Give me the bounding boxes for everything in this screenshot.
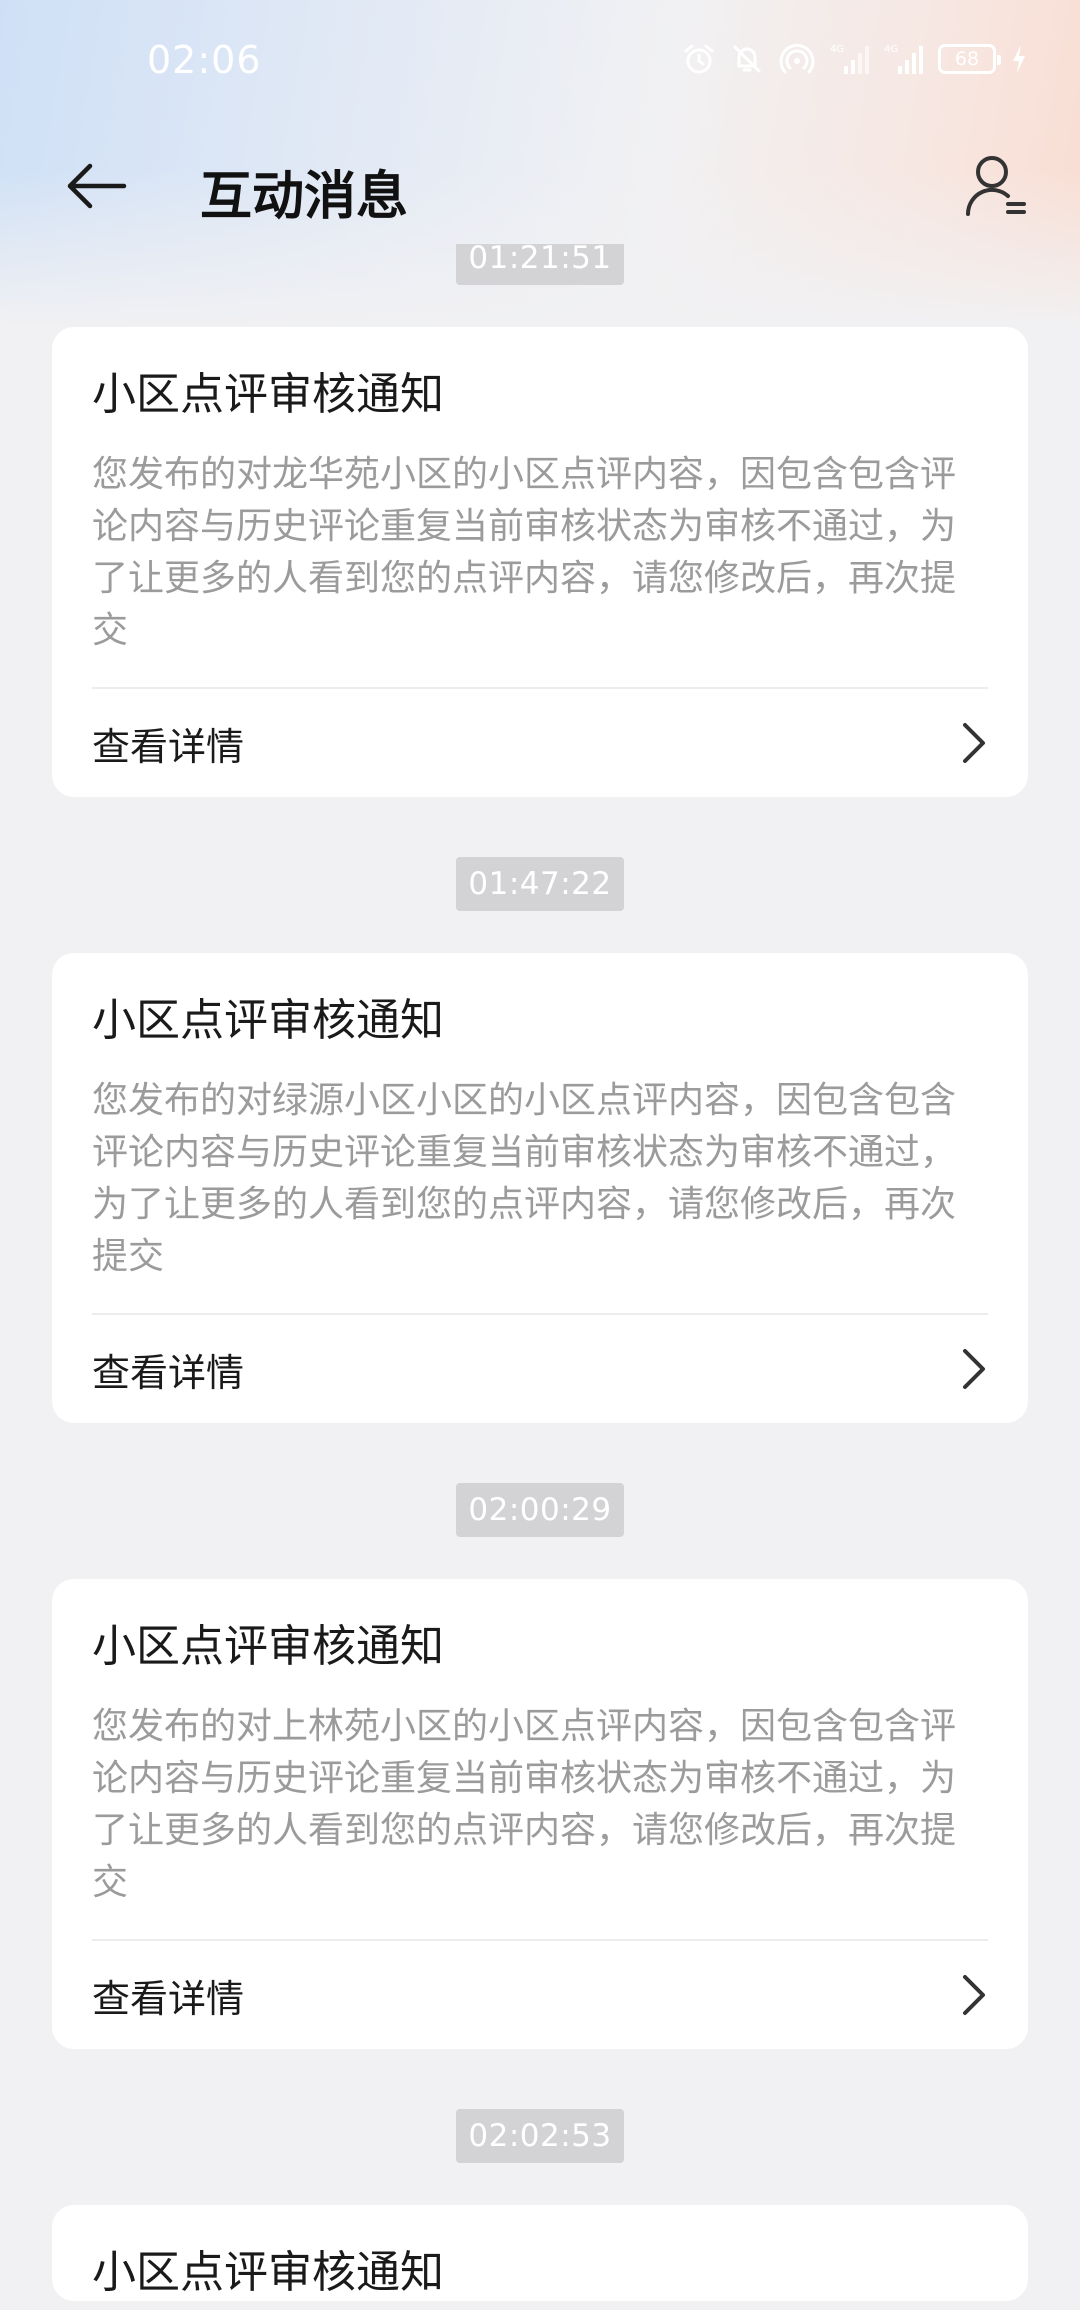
- message-card: 小区点评审核通知 您发布的对绿源小区小区的小区点评内容，因包含包含评论内容与历史…: [52, 953, 1028, 1423]
- svg-text:4G: 4G: [830, 44, 844, 55]
- alarm-icon: [682, 42, 716, 76]
- message-group: 01:47:22 小区点评审核通知 您发布的对绿源小区小区的小区点评内容，因包含…: [0, 857, 1080, 1423]
- message-timestamp: 01:21:51: [456, 244, 624, 285]
- page-title: 互动消息: [200, 167, 409, 227]
- message-title: 小区点评审核通知: [92, 995, 444, 1046]
- profile-button[interactable]: [954, 146, 1038, 230]
- message-feed[interactable]: 01:21:51 小区点评审核通知 您发布的对龙华苑小区的小区点评内容，因包含包…: [0, 244, 1080, 2310]
- status-bar: 02:06 4G 4G 68: [0, 0, 1080, 126]
- message-timestamp: 02:02:53: [456, 2109, 624, 2163]
- mute-icon: [730, 42, 764, 76]
- view-details-label: 查看详情: [92, 1350, 245, 1395]
- chevron-right-icon: [960, 1973, 988, 2017]
- message-card: 小区点评审核通知: [52, 2205, 1028, 2301]
- message-group: 02:00:29 小区点评审核通知 您发布的对上林苑小区的小区点评内容，因包含包…: [0, 1483, 1080, 2049]
- svg-text:4G: 4G: [884, 44, 898, 55]
- view-details-label: 查看详情: [92, 724, 245, 769]
- message-timestamp: 01:47:22: [456, 857, 624, 911]
- view-details-button[interactable]: 查看详情: [92, 689, 988, 797]
- battery-indicator: 68: [938, 44, 1001, 74]
- message-group: 01:21:51 小区点评审核通知 您发布的对龙华苑小区的小区点评内容，因包含包…: [0, 244, 1080, 797]
- chevron-right-icon: [960, 1347, 988, 1391]
- message-card: 小区点评审核通知 您发布的对上林苑小区的小区点评内容，因包含包含评论内容与历史评…: [52, 1579, 1028, 2049]
- message-title: 小区点评审核通知: [92, 1621, 444, 1672]
- message-title: 小区点评审核通知: [92, 369, 444, 420]
- view-details-button[interactable]: 查看详情: [92, 1315, 988, 1423]
- app-header: 互动消息: [0, 126, 1080, 244]
- view-details-label: 查看详情: [92, 1976, 245, 2021]
- view-details-button[interactable]: 查看详情: [92, 1941, 988, 2049]
- message-timestamp: 02:00:29: [456, 1483, 624, 1537]
- charging-icon: [1010, 43, 1028, 75]
- hotspot-icon: [778, 42, 816, 76]
- message-group: 02:02:53 小区点评审核通知: [0, 2109, 1080, 2301]
- message-body: 您发布的对上林苑小区的小区点评内容，因包含包含评论内容与历史评论重复当前审核状态…: [92, 1706, 957, 1903]
- message-card: 小区点评审核通知 您发布的对龙华苑小区的小区点评内容，因包含包含评论内容与历史评…: [52, 327, 1028, 797]
- message-body: 您发布的对绿源小区小区的小区点评内容，因包含包含评论内容与历史评论重复当前审核状…: [92, 1080, 957, 1277]
- arrow-left-icon: [64, 162, 128, 214]
- message-body: 您发布的对龙华苑小区的小区点评内容，因包含包含评论内容与历史评论重复当前审核状态…: [92, 454, 957, 651]
- message-title: 小区点评审核通知: [92, 2247, 444, 2298]
- status-time: 02:06: [147, 38, 262, 82]
- signal-icon: 4G: [884, 42, 924, 76]
- battery-level: 68: [954, 48, 980, 70]
- back-button[interactable]: [56, 148, 136, 228]
- signal-icon: 4G: [830, 42, 870, 76]
- user-settings-icon: [964, 152, 1028, 224]
- status-icons: 4G 4G 68: [682, 42, 1028, 76]
- chevron-right-icon: [960, 721, 988, 765]
